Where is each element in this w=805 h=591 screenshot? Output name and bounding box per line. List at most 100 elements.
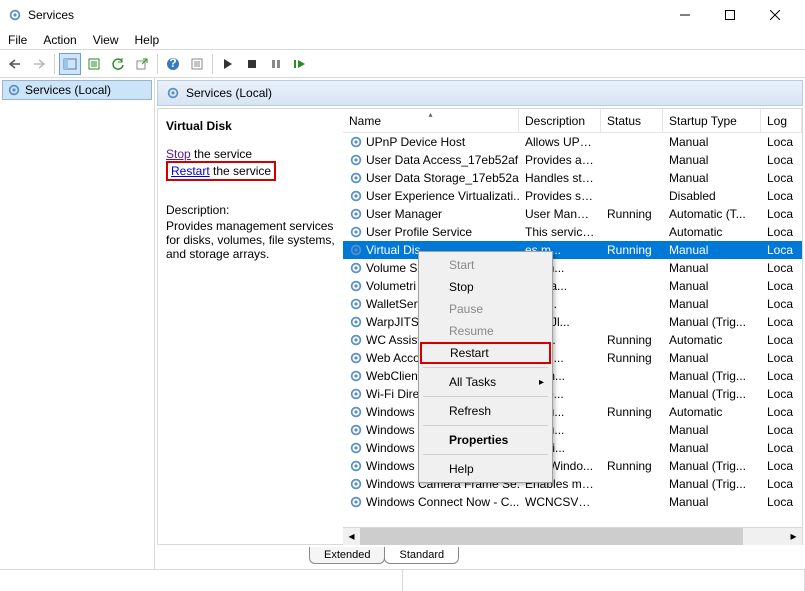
horizontal-scrollbar[interactable]: ◂ ▸: [343, 527, 802, 544]
service-logon: Loca: [761, 135, 802, 149]
context-menu-item-refresh[interactable]: Refresh: [421, 400, 550, 422]
gear-icon: [349, 135, 363, 149]
play-button[interactable]: [217, 53, 239, 75]
col-logon[interactable]: Log: [761, 109, 802, 132]
show-hide-tree-button[interactable]: [59, 53, 81, 75]
service-status: Running: [601, 207, 663, 221]
stop-service-link[interactable]: Stop the service: [166, 147, 335, 161]
table-row[interactable]: User Data Access_17eb52afProvides ap...M…: [343, 151, 802, 169]
table-row[interactable]: WC Assistare ...RunningAutomaticLoca: [343, 331, 802, 349]
table-row[interactable]: Windows Connect Now - C...WCNCSVC ...Man…: [343, 493, 802, 511]
forward-button[interactable]: [28, 53, 50, 75]
table-row[interactable]: Volume Shes an...ManualLoca: [343, 259, 802, 277]
service-status: Running: [601, 459, 663, 473]
service-logon: Loca: [761, 153, 802, 167]
tree-item-services-local[interactable]: Services (Local): [2, 80, 152, 100]
refresh-button[interactable]: [107, 53, 129, 75]
service-startup: Manual (Trig...: [663, 459, 761, 473]
minimize-button[interactable]: [662, 1, 707, 30]
service-startup: Manual: [663, 171, 761, 185]
col-startup-type[interactable]: Startup Type: [663, 109, 761, 132]
context-menu-item-start: Start: [421, 254, 550, 276]
scroll-right-icon[interactable]: ▸: [785, 528, 802, 545]
svg-text:?: ?: [169, 57, 176, 70]
right-pane-title: Services (Local): [186, 86, 272, 100]
context-menu-item-all-tasks[interactable]: All Tasks: [421, 371, 550, 393]
table-row[interactable]: User Data Storage_17eb52afHandles sto...…: [343, 169, 802, 187]
service-logon: Loca: [761, 189, 802, 203]
table-row[interactable]: Wi-Fi Direes co...Manual (Trig...Loca: [343, 385, 802, 403]
table-row[interactable]: Volumetrispatia...ManualLoca: [343, 277, 802, 295]
service-detail-panel: Virtual Disk Stop the service Restart th…: [158, 109, 343, 544]
context-menu-item-resume: Resume: [421, 320, 550, 342]
view-tabs: Extended Standard: [155, 547, 805, 569]
gear-icon: [349, 405, 363, 419]
close-button[interactable]: [752, 1, 797, 30]
service-logon: Loca: [761, 477, 802, 491]
table-row[interactable]: Windows Camera Frame Se...Enables mul...…: [343, 475, 802, 493]
services-list: Name▴ Description Status Startup Type Lo…: [343, 109, 802, 544]
table-row[interactable]: User ManagerUser Manag...RunningAutomati…: [343, 205, 802, 223]
gear-icon: [349, 423, 363, 437]
service-startup: Manual: [663, 243, 761, 257]
maximize-button[interactable]: [707, 1, 752, 30]
service-startup: Manual: [663, 261, 761, 275]
tab-standard[interactable]: Standard: [384, 547, 459, 564]
service-logon: Loca: [761, 297, 802, 311]
context-menu-item-restart[interactable]: Restart: [420, 342, 551, 364]
export-list-button[interactable]: [83, 53, 105, 75]
col-status[interactable]: Status: [601, 109, 663, 132]
service-startup: Manual: [663, 495, 761, 509]
table-row[interactable]: Web Accorvice ...RunningManualLoca: [343, 349, 802, 367]
col-name[interactable]: Name▴: [343, 109, 519, 132]
service-startup: Manual (Trig...: [663, 315, 761, 329]
window-title: Services: [28, 8, 662, 22]
restart-button[interactable]: [289, 53, 311, 75]
table-row[interactable]: Virtual Dises m...RunningManualLoca: [343, 241, 802, 259]
table-row[interactable]: WalletServbjec...ManualLoca: [343, 295, 802, 313]
menu-action[interactable]: Action: [43, 33, 76, 47]
col-description[interactable]: Description: [519, 109, 601, 132]
scroll-left-icon[interactable]: ◂: [343, 528, 360, 545]
help-button[interactable]: ?: [162, 53, 184, 75]
table-row[interactable]: Windowses au...ManualLoca: [343, 421, 802, 439]
service-logon: Loca: [761, 207, 802, 221]
service-startup: Manual: [663, 153, 761, 167]
services-icon: [8, 8, 22, 22]
gear-icon: [349, 207, 363, 221]
service-startup: Disabled: [663, 189, 761, 203]
properties-button[interactable]: [186, 53, 208, 75]
export-button[interactable]: [131, 53, 153, 75]
table-row[interactable]: WarpJITSves a Jl...Manual (Trig...Loca: [343, 313, 802, 331]
service-name: Windows: [366, 405, 415, 419]
service-name: WebClient: [366, 369, 421, 383]
service-logon: Loca: [761, 405, 802, 419]
stop-button[interactable]: [241, 53, 263, 75]
service-logon: Loca: [761, 369, 802, 383]
context-menu-item-help[interactable]: Help: [421, 458, 550, 480]
restart-service-link[interactable]: Restart: [171, 164, 210, 178]
service-startup: Automatic: [663, 225, 761, 239]
table-row[interactable]: UPnP Device HostAllows UPn...ManualLoca: [343, 133, 802, 151]
menu-view[interactable]: View: [93, 33, 119, 47]
table-row[interactable]: WebClients Win...Manual (Trig...Loca: [343, 367, 802, 385]
scroll-thumb[interactable]: [360, 528, 743, 545]
back-button[interactable]: [4, 53, 26, 75]
gear-icon: [349, 351, 363, 365]
table-row[interactable]: User Profile ServiceThis service ...Auto…: [343, 223, 802, 241]
table-row[interactable]: Windowses au...RunningAutomaticLoca: [343, 403, 802, 421]
service-startup: Automatic (T...: [663, 207, 761, 221]
service-logon: Loca: [761, 351, 802, 365]
table-row[interactable]: Windows Biometric ServiceThe Windo...Run…: [343, 457, 802, 475]
table-row[interactable]: Windowses Wi...ManualLoca: [343, 439, 802, 457]
pause-button[interactable]: [265, 53, 287, 75]
tab-extended[interactable]: Extended: [309, 547, 385, 564]
menu-help[interactable]: Help: [135, 33, 160, 47]
service-desc: This service ...: [519, 225, 601, 239]
menu-file[interactable]: File: [8, 33, 27, 47]
service-logon: Loca: [761, 171, 802, 185]
table-row[interactable]: User Experience Virtualizati...Provides …: [343, 187, 802, 205]
context-menu-item-stop[interactable]: Stop: [421, 276, 550, 298]
gear-icon: [349, 171, 363, 185]
context-menu-item-properties[interactable]: Properties: [421, 429, 550, 451]
